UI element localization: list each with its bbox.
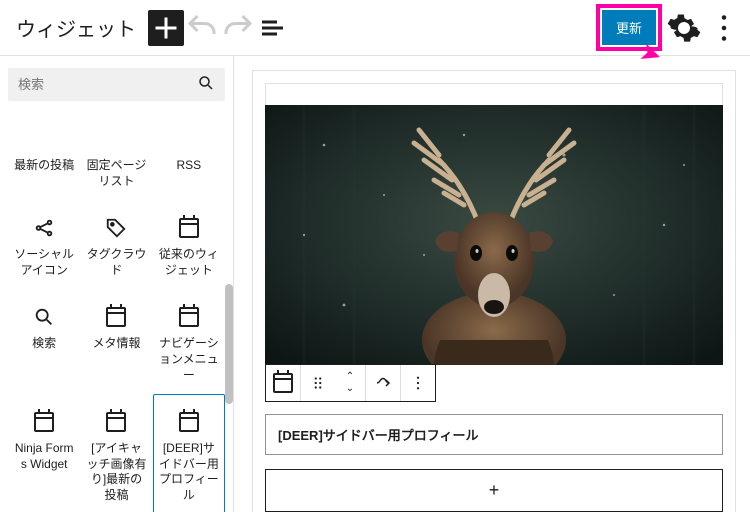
tag-icon (85, 215, 147, 241)
block-item-label: 固定ページリスト (85, 158, 147, 189)
cal-icon (85, 409, 147, 435)
text-icon (13, 126, 75, 152)
block-item--[interactable]: ソーシャルアイコン (8, 200, 80, 289)
block-item--[interactable]: 最新の投稿 (8, 111, 80, 200)
block-item-ninja-forms-widget[interactable]: Ninja Forms Widget (8, 394, 80, 512)
block-item-label: 最新の投稿 (13, 158, 75, 186)
cal-icon (13, 409, 75, 435)
block-mover[interactable]: ⌃⌄ (335, 365, 365, 401)
more-button[interactable] (706, 10, 742, 46)
block-item-label: [DEER]サイドバー用プロフィール (158, 441, 220, 503)
search-input[interactable] (18, 77, 197, 92)
block-item-label: 検索 (13, 336, 75, 364)
block-inserter-panel: 最新の投稿固定ページリスト RSS ソーシャルアイコンタグクラウド従来のウィジェット… (0, 56, 234, 512)
cal-icon (85, 304, 147, 330)
block-item-label: ソーシャルアイコン (13, 247, 75, 278)
page-title: ウィジェット (8, 13, 148, 42)
block-title-input[interactable]: [DEER]サイドバー用プロフィール (265, 414, 723, 455)
block-type-button[interactable] (266, 365, 300, 401)
share-icon (13, 215, 75, 241)
settings-button[interactable] (666, 10, 702, 46)
text-icon (158, 126, 220, 152)
widget-area-1: ⌃⌄ [DEER]サイドバー用プロフィール + (252, 70, 736, 512)
block-item-label: タグクラウド (85, 247, 147, 278)
cal-icon (158, 215, 220, 241)
block-item--deer-[interactable]: [DEER]サイドバー用プロフィール (153, 394, 225, 512)
search-icon (13, 304, 75, 330)
deer-image (265, 105, 723, 365)
block-item-label: RSS (158, 158, 220, 186)
block-item--[interactable]: 従来のウィジェット (153, 200, 225, 289)
block-item--[interactable]: タグクラウド (80, 200, 152, 289)
update-button[interactable]: 更新 (602, 10, 656, 45)
block-item-label: 従来のウィジェット (158, 247, 220, 278)
sidebar-scrollbar[interactable] (225, 56, 233, 512)
list-view-button[interactable] (256, 10, 292, 46)
block-item-rss[interactable]: RSS (153, 111, 225, 200)
undo-button[interactable] (184, 10, 220, 46)
cal-icon (158, 304, 220, 330)
cal-icon (158, 409, 220, 435)
block-item-label: Ninja Forms Widget (13, 441, 75, 472)
block-item-label: ナビゲーションメニュー (158, 336, 220, 383)
move-to-button[interactable] (366, 365, 400, 401)
block-item--[interactable]: 検索 (8, 289, 80, 394)
search-icon (197, 74, 215, 95)
text-icon (85, 126, 147, 152)
drag-handle[interactable] (301, 365, 335, 401)
add-block-inline-button[interactable]: + (265, 469, 723, 512)
editor-canvas: ⌃⌄ [DEER]サイドバー用プロフィール + 2.サイドバースクロール固定 (234, 56, 750, 512)
search-input-wrap[interactable] (8, 68, 225, 101)
block-item--[interactable]: 固定ページリスト (80, 111, 152, 200)
add-block-button[interactable] (148, 10, 184, 46)
block-item--[interactable]: メタ情報 (80, 289, 152, 394)
block-item--[interactable]: ナビゲーションメニュー (153, 289, 225, 394)
redo-button[interactable] (220, 10, 256, 46)
block-options-button[interactable] (401, 365, 435, 401)
block-item--[interactable]: [アイキャッチ画像有り]最新の投稿 (80, 394, 152, 512)
block-item-label: メタ情報 (85, 336, 147, 364)
block-toolbar: ⌃⌄ (265, 364, 436, 402)
block-item-label: [アイキャッチ画像有り]最新の投稿 (85, 441, 147, 503)
